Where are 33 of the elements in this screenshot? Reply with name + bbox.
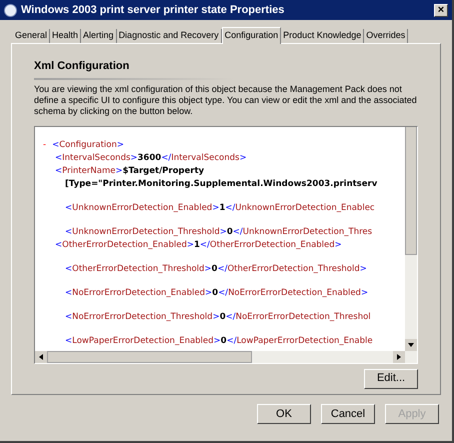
xml-line: [Type="Printer.Monitoring.Supplemental.Windows2003.printserv xyxy=(65,178,378,188)
xml-line: <OtherErrorDetection_Threshold>0</OtherErrorDetection_Threshold> xyxy=(65,264,367,274)
tab[interactable]: Alerting xyxy=(81,29,117,43)
xml-line: <UnknownErrorDetection_Enabled>1</UnknownErrorDetection_Enablec xyxy=(65,202,375,212)
tab[interactable]: Diagnostic and Recovery xyxy=(116,29,222,43)
dialog-button[interactable]: Cancel xyxy=(321,404,375,424)
xml-line: - <Configuration> xyxy=(43,140,124,150)
xml-line: <UnknownErrorDetection_Threshold>0</UnknownErrorDetection_Thres xyxy=(65,226,372,236)
tab[interactable]: Overrides xyxy=(364,29,408,43)
dialog-button[interactable]: Edit... xyxy=(364,368,418,388)
xml-line: <LowPaperErrorDetection_Enabled>0</LowPaperErrorDetection_Enable xyxy=(65,336,373,346)
scroll-right-icon[interactable] xyxy=(393,350,405,362)
description: You are viewing the xml configuration of this object because the Management Pack does not define a specific UI to configure this object type. You can view or edit the xml and the associated schema by clicking on the button below. xyxy=(34,84,418,116)
vertical-scrollbar[interactable] xyxy=(405,126,417,350)
xml-line: <PrinterName>$Target/Property xyxy=(55,166,204,176)
tab[interactable]: Configuration xyxy=(222,27,282,44)
dialog-button[interactable]: OK xyxy=(257,404,311,424)
tab[interactable]: Health xyxy=(50,29,82,43)
tab[interactable]: Product Knowledge xyxy=(281,29,364,43)
scrollbar-thumb[interactable] xyxy=(405,126,417,254)
window-icon xyxy=(4,4,17,16)
tab[interactable]: General xyxy=(13,29,50,43)
horizontal-scrollbar[interactable] xyxy=(35,350,417,362)
close-button[interactable]: × xyxy=(434,4,448,16)
xml-line: <IntervalSeconds>3600</IntervalSeconds> xyxy=(55,152,247,162)
scroll-left-icon[interactable] xyxy=(35,350,47,362)
scrollbar-thumb[interactable] xyxy=(47,350,252,362)
scroll-down-icon[interactable] xyxy=(405,338,417,350)
window-title: Windows 2003 print server printer state Properties xyxy=(21,2,286,18)
xml-line: <OtherErrorDetection_Enabled>1</OtherErrorDetection_Enabled> xyxy=(55,240,342,250)
section-title: Xml Configuration xyxy=(34,59,130,74)
xml-line: <NoErrorErrorDetection_Enabled>0</NoErrorErrorDetection_Enabled> xyxy=(65,288,368,298)
xml-line: <NoErrorErrorDetection_Threshold>0</NoErrorErrorDetection_Threshol xyxy=(65,312,371,322)
